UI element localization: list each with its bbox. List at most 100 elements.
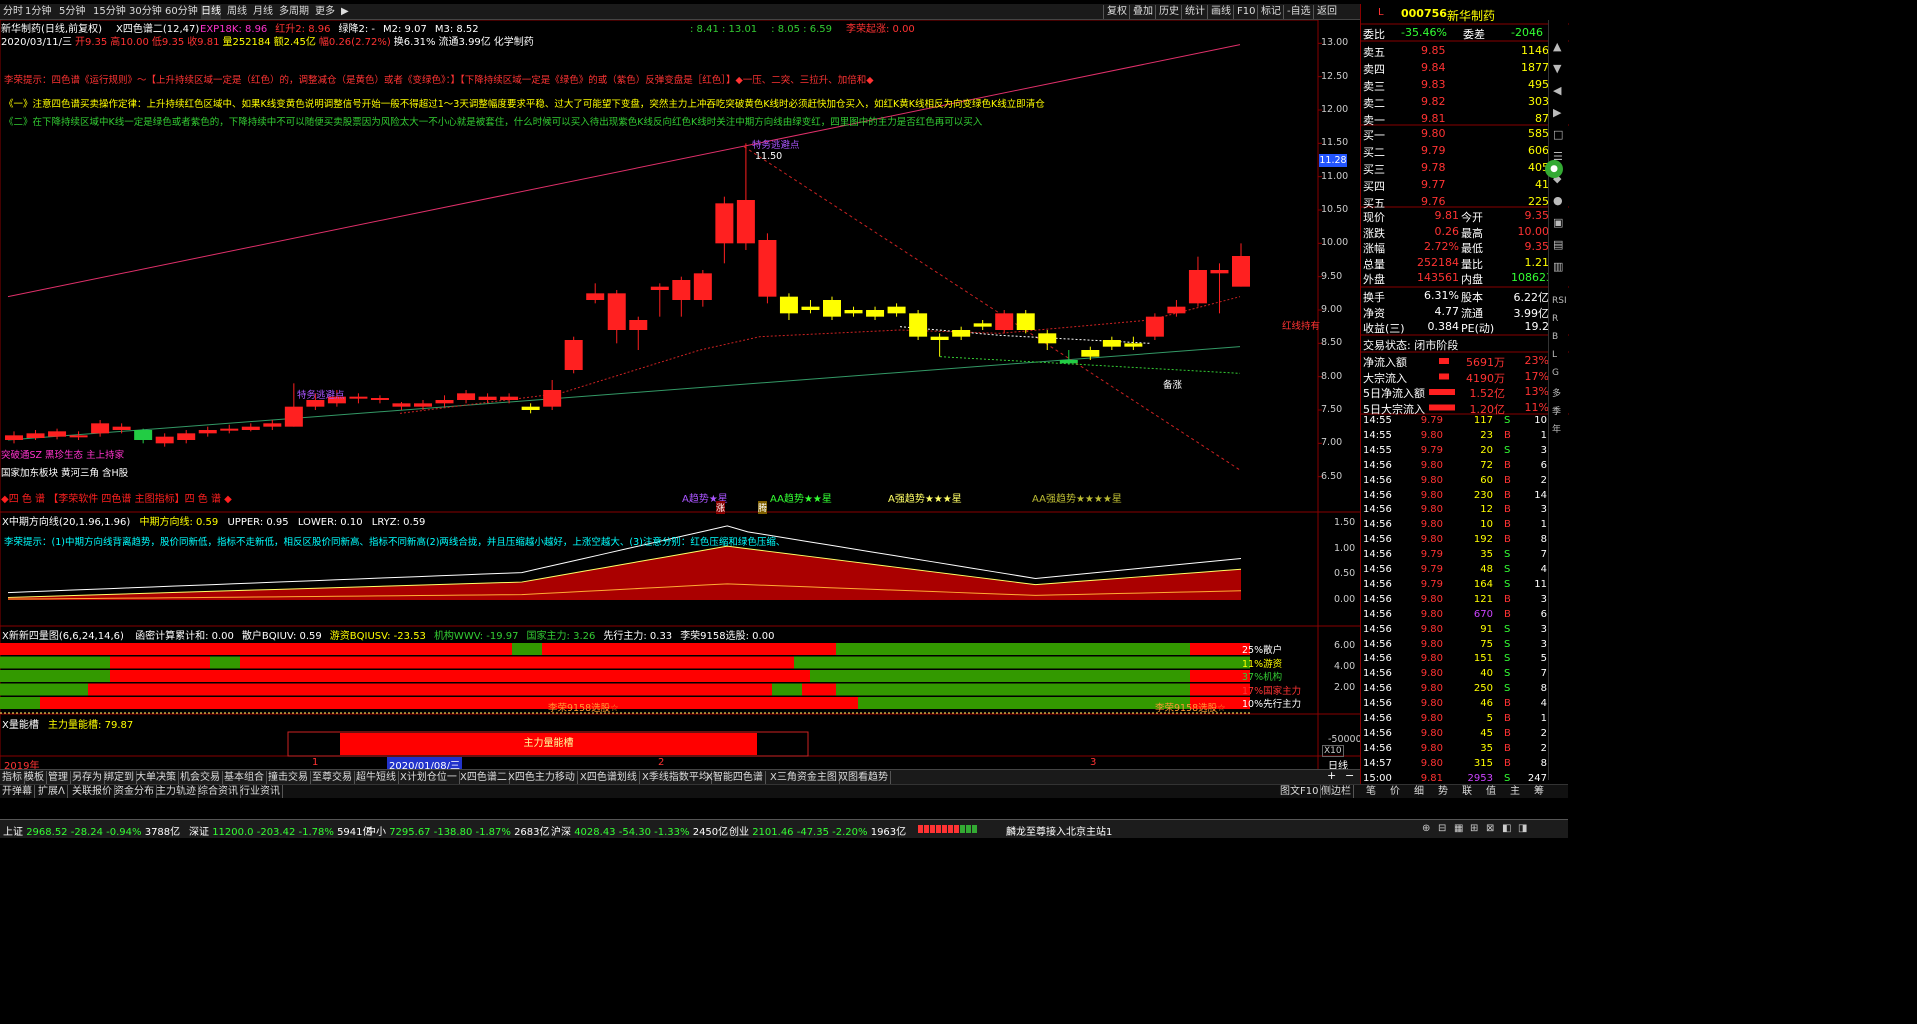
- side-tool-letter[interactable]: R: [1552, 314, 1558, 324]
- chart-area[interactable]: [0, 20, 1360, 770]
- candle-body: [995, 313, 1014, 330]
- candle-body: [134, 430, 153, 440]
- period-tab[interactable]: 1分钟: [25, 5, 51, 19]
- status-icon[interactable]: ▦: [1454, 823, 1463, 834]
- side-tool-letter[interactable]: B: [1552, 332, 1558, 342]
- toolbar-button[interactable]: 画线: [1207, 5, 1231, 19]
- toolbar-button[interactable]: 历史: [1155, 5, 1179, 19]
- index-quote[interactable]: 深证 11200.0 -203.42 -1.78% 5941亿: [189, 823, 373, 838]
- indicator-tab[interactable]: 双图看趋势: [836, 771, 891, 784]
- index-quote[interactable]: 中小 7295.67 -138.80 -1.87% 2683亿: [366, 823, 550, 838]
- indicator-tab[interactable]: 模板: [22, 771, 47, 784]
- indicator-tab[interactable]: 至尊交易: [310, 771, 355, 784]
- tick-volume: 75: [1480, 638, 1493, 650]
- function-button[interactable]: 关联报价: [70, 785, 115, 798]
- indicator-tab[interactable]: X计划仓位一: [398, 771, 460, 784]
- indicator-tab[interactable]: X四色谱二: [458, 771, 510, 784]
- indicator-tab[interactable]: X四色主力移动: [506, 771, 578, 784]
- period-tab[interactable]: 多周期: [279, 5, 309, 19]
- indicator-tab[interactable]: 撞击交易: [266, 771, 311, 784]
- index-quote[interactable]: 上证 2968.52 -28.24 -0.94% 3788亿: [3, 823, 180, 838]
- status-icon[interactable]: ⊞: [1470, 823, 1478, 834]
- quote-tab[interactable]: 笔: [1364, 785, 1378, 798]
- indicator-tab[interactable]: X季线指数平均: [640, 771, 712, 784]
- side-tool-icon[interactable]: ▣: [1553, 216, 1563, 229]
- candle-body: [887, 306, 906, 314]
- indicator-tab[interactable]: 基本组合: [222, 771, 267, 784]
- toolbar-button[interactable]: 返回: [1313, 5, 1337, 19]
- side-tool-letter[interactable]: G: [1552, 368, 1559, 378]
- side-tool-icon[interactable]: ●: [1553, 194, 1563, 207]
- candle-body: [263, 423, 282, 427]
- indicator-tab[interactable]: X四色谱划线: [578, 771, 640, 784]
- quote-tab[interactable]: 细: [1412, 785, 1426, 798]
- status-icon[interactable]: ⊕: [1422, 823, 1430, 834]
- indicator-tab[interactable]: 机会交易: [178, 771, 223, 784]
- side-tool-letter[interactable]: 季: [1552, 404, 1561, 417]
- quote-tab[interactable]: 势: [1436, 785, 1450, 798]
- period-tab[interactable]: 60分钟: [165, 5, 198, 19]
- period-tab[interactable]: 分时: [3, 5, 23, 19]
- side-tool-letter[interactable]: 多: [1552, 386, 1561, 399]
- indicator-tab[interactable]: 超牛短线: [354, 771, 399, 784]
- zoom-out-button[interactable]: −: [1345, 769, 1354, 782]
- period-tab[interactable]: 周线: [227, 5, 247, 19]
- sidebar-button[interactable]: 侧边栏: [1319, 785, 1354, 798]
- side-badge-icon[interactable]: ●: [1545, 160, 1563, 178]
- side-tool-letter[interactable]: L: [1552, 350, 1557, 360]
- indicator-tab[interactable]: 大单决策: [134, 771, 179, 784]
- function-button[interactable]: 开弹幕: [0, 785, 35, 798]
- side-tool-icon[interactable]: ▤: [1553, 238, 1563, 251]
- period-tab[interactable]: 30分钟: [129, 5, 162, 19]
- side-tool-icon[interactable]: □: [1553, 128, 1563, 141]
- toolbar-button[interactable]: 叠加: [1129, 5, 1153, 19]
- status-icon[interactable]: ◨: [1518, 823, 1527, 834]
- toolbar-button[interactable]: 统计: [1181, 5, 1205, 19]
- indicator-tab[interactable]: 管理: [46, 771, 71, 784]
- period-tab[interactable]: 月线: [253, 5, 273, 19]
- sell-level-volume: 1146: [1521, 44, 1549, 57]
- quote-tab[interactable]: 联: [1460, 785, 1474, 798]
- side-tool-icon[interactable]: ▲: [1553, 40, 1561, 53]
- side-tool-letter[interactable]: 年: [1552, 422, 1561, 435]
- quote-tab[interactable]: 价: [1388, 785, 1402, 798]
- indicator-tab[interactable]: 绑定到: [102, 771, 137, 784]
- power-segment: [40, 697, 858, 709]
- function-button[interactable]: 综合资讯: [196, 785, 241, 798]
- more-arrow-icon[interactable]: ▶: [341, 5, 349, 19]
- indicator-tab[interactable]: X三角资金主图: [768, 771, 840, 784]
- zoom-in-button[interactable]: +: [1327, 769, 1336, 782]
- toolbar-button[interactable]: 复权: [1103, 5, 1127, 19]
- indicator-tab[interactable]: 另存为: [70, 771, 105, 784]
- side-tool-icon[interactable]: ▼: [1553, 62, 1561, 75]
- tick-volume: 35: [1480, 742, 1493, 754]
- toolbar-button[interactable]: F10: [1233, 5, 1255, 19]
- side-tool-icon[interactable]: ◀: [1553, 84, 1561, 97]
- side-tool-letter[interactable]: RSI: [1552, 296, 1567, 306]
- price-tick: 8.00: [1321, 370, 1343, 382]
- toolbar-button[interactable]: -自选: [1283, 5, 1311, 19]
- candle-body: [306, 400, 325, 407]
- quote-tab[interactable]: 值: [1484, 785, 1498, 798]
- period-tab[interactable]: 日线: [201, 5, 221, 19]
- period-tab[interactable]: 15分钟: [93, 5, 126, 19]
- function-button[interactable]: 行业资讯: [238, 785, 283, 798]
- indicator-tab[interactable]: X智能四色谱: [704, 771, 766, 784]
- status-icon[interactable]: ⊟: [1438, 823, 1446, 834]
- period-tab[interactable]: 5分钟: [59, 5, 85, 19]
- period-tab[interactable]: 更多: [315, 5, 335, 19]
- function-button[interactable]: 资金分布: [112, 785, 157, 798]
- x10-button[interactable]: X10: [1322, 745, 1344, 757]
- index-quote[interactable]: 沪深 4028.43 -54.30 -1.33% 2450亿: [551, 823, 728, 838]
- status-icon[interactable]: ⊠: [1486, 823, 1494, 834]
- f10-button[interactable]: 图文F10: [1278, 785, 1322, 798]
- function-button[interactable]: 主力轨迹: [154, 785, 199, 798]
- side-tool-icon[interactable]: ▶: [1553, 106, 1561, 119]
- function-button[interactable]: 扩展ᐱ: [36, 785, 68, 798]
- status-icon[interactable]: ◧: [1502, 823, 1511, 834]
- quote-tab[interactable]: 筹: [1532, 785, 1546, 798]
- side-tool-icon[interactable]: ▥: [1553, 260, 1563, 273]
- toolbar-button[interactable]: 标记: [1257, 5, 1281, 19]
- index-quote[interactable]: 创业 2101.46 -47.35 -2.20% 1963亿: [729, 823, 906, 838]
- quote-tab[interactable]: 主: [1508, 785, 1522, 798]
